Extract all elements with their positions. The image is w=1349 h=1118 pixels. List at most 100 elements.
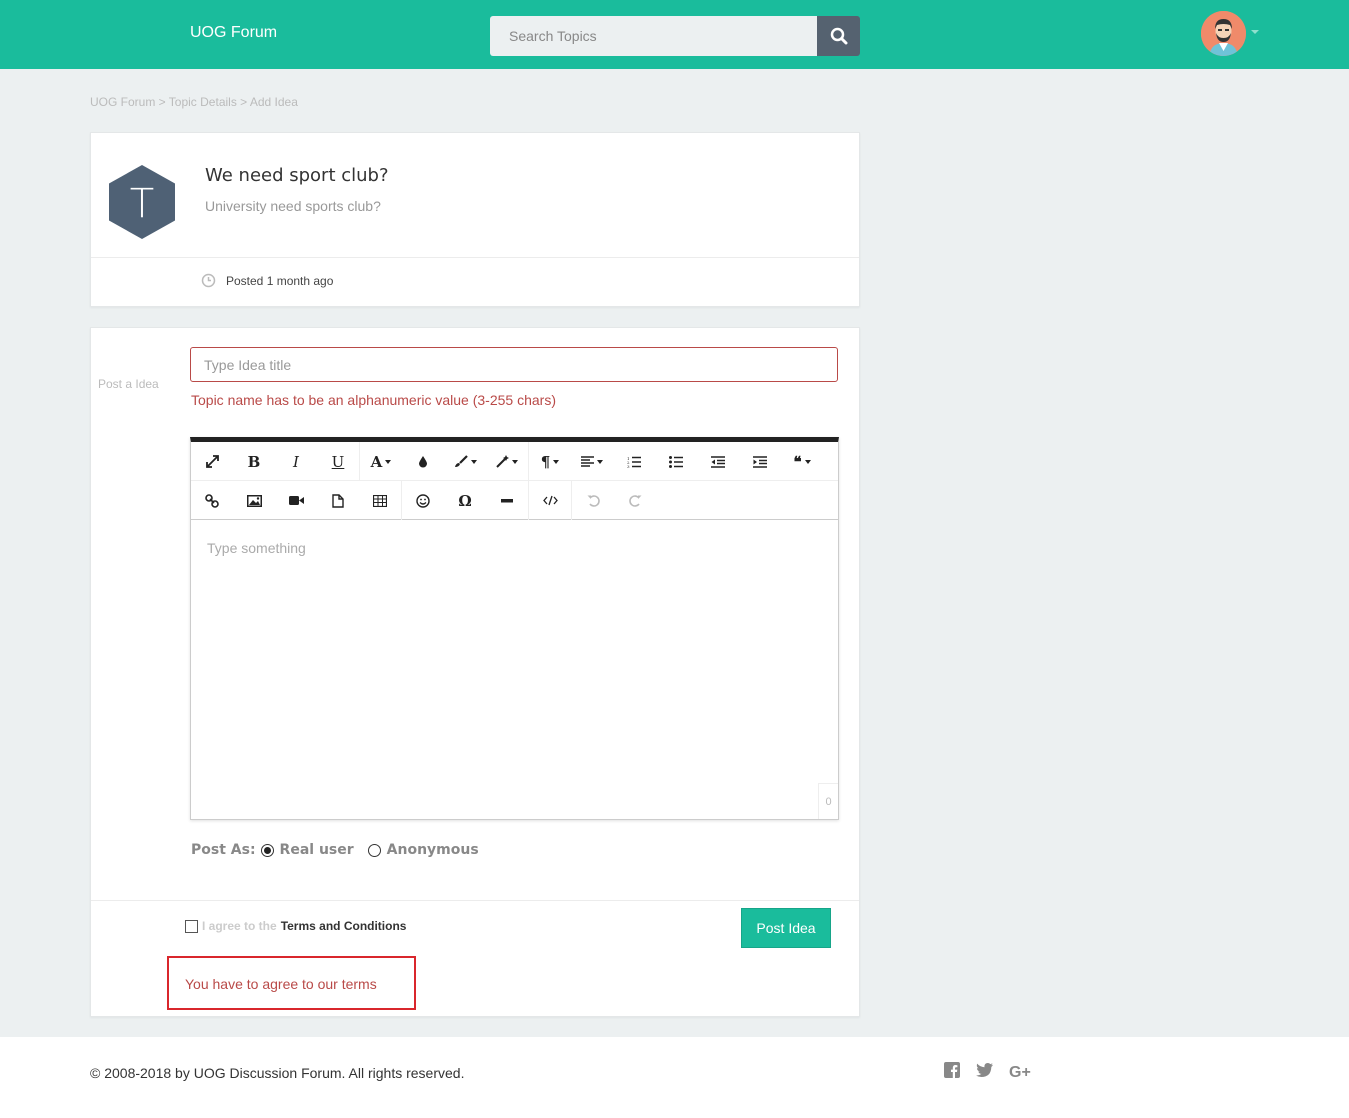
form-side-label: Post a Idea (98, 377, 159, 391)
ordered-list-icon: 123 (627, 456, 641, 468)
svg-text:3: 3 (627, 464, 630, 468)
font-size-dropdown[interactable]: A (360, 442, 402, 481)
twitter-icon (976, 1063, 993, 1077)
facebook-link[interactable] (944, 1062, 960, 1083)
insert-image-button[interactable] (233, 481, 275, 520)
add-idea-form: Post a Idea Topic name has to be an alph… (90, 327, 860, 1017)
underline-button[interactable]: U (317, 442, 359, 481)
insert-video-button[interactable] (275, 481, 317, 520)
ordered-list-button[interactable]: 123 (613, 442, 655, 481)
underline-icon: U (331, 452, 345, 471)
horizontal-line-icon (501, 498, 513, 502)
terms-error-message: You have to agree to our terms (167, 956, 416, 1010)
expand-icon (205, 455, 219, 468)
insert-file-button[interactable] (317, 481, 359, 520)
google-plus-link[interactable]: G+ (1009, 1064, 1031, 1082)
insert-link-button[interactable] (191, 481, 233, 520)
quote-icon: ❝ (793, 452, 802, 471)
page-footer: © 2008-2018 by UOG Discussion Forum. All… (0, 1037, 1349, 1118)
italic-icon: I (293, 452, 299, 471)
brand-logo[interactable]: UOG Forum (190, 24, 277, 42)
posted-meta: Posted 1 month ago (201, 273, 333, 288)
text-color-button[interactable] (402, 442, 444, 481)
agree-terms-checkbox[interactable] (185, 919, 198, 933)
idea-title-input[interactable] (190, 347, 838, 382)
outdent-button[interactable] (697, 442, 739, 481)
search-button[interactable] (817, 16, 860, 56)
facebook-icon (944, 1062, 960, 1078)
unordered-list-button[interactable] (655, 442, 697, 481)
divider (91, 900, 859, 901)
social-links: G+ (944, 1062, 1031, 1083)
posted-time: Posted 1 month ago (226, 273, 334, 288)
italic-button[interactable]: I (275, 442, 317, 481)
redo-button[interactable] (614, 481, 656, 520)
user-menu-caret-icon[interactable] (1251, 30, 1259, 34)
smiley-icon (416, 493, 430, 508)
editor-toolbar-row-1: B I U A ¶ 123 ❝ (191, 442, 838, 481)
quote-dropdown[interactable]: ❝ (781, 442, 823, 481)
align-dropdown[interactable] (571, 442, 613, 481)
unordered-list-icon (669, 455, 683, 468)
real-user-label[interactable]: Real user (280, 842, 354, 858)
clock-icon (201, 273, 216, 288)
style-dropdown[interactable] (486, 442, 528, 481)
terms-agreement: I agree to the Terms and Conditions (185, 919, 406, 933)
anonymous-label[interactable]: Anonymous (387, 842, 479, 858)
topic-avatar-letter: T (130, 181, 154, 227)
topic-title: We need sport club? (205, 165, 389, 186)
table-icon (373, 494, 387, 507)
twitter-link[interactable] (976, 1063, 993, 1082)
background-color-dropdown[interactable] (444, 442, 486, 481)
topic-subtitle: University need sports club? (205, 198, 381, 214)
post-idea-button[interactable]: Post Idea (740, 907, 832, 949)
rich-text-editor: B I U A ¶ 123 ❝ Ω Type something 0 (190, 437, 839, 820)
topic-card: T We need sport club? University need sp… (90, 132, 860, 307)
font-icon: A (370, 452, 383, 471)
file-icon (332, 493, 344, 508)
search-input[interactable] (490, 16, 818, 56)
anonymous-radio[interactable] (367, 843, 381, 857)
outdent-icon (711, 455, 725, 468)
video-camera-icon (288, 496, 304, 505)
image-icon (246, 494, 262, 507)
real-user-radio[interactable] (260, 843, 274, 857)
user-avatar-icon (1201, 11, 1246, 56)
agree-text: I agree to the (202, 919, 277, 933)
fullscreen-button[interactable] (191, 442, 233, 481)
paragraph-icon: ¶ (540, 452, 551, 471)
topic-hexagon-icon: T (109, 165, 175, 239)
search-bar (490, 16, 860, 56)
terms-link[interactable]: Terms and Conditions (281, 919, 407, 933)
insert-table-button[interactable] (359, 481, 401, 520)
undo-icon (587, 495, 600, 507)
bold-button[interactable]: B (233, 442, 275, 481)
copyright-text: © 2008-2018 by UOG Discussion Forum. All… (90, 1065, 465, 1081)
breadcrumb[interactable]: UOG Forum > Topic Details > Add Idea (90, 95, 298, 109)
title-error-message: Topic name has to be an alphanumeric val… (191, 392, 556, 408)
redo-icon (628, 495, 641, 507)
code-view-button[interactable] (529, 481, 571, 520)
post-as-label: Post As: (191, 842, 256, 858)
editor-toolbar-row-2: Ω (191, 481, 838, 520)
search-icon (830, 27, 847, 45)
post-as-group: Post As: Real user Anonymous (191, 842, 479, 858)
magic-wand-icon (496, 455, 509, 468)
insert-emoticon-button[interactable] (402, 481, 444, 520)
code-icon (542, 495, 558, 506)
user-avatar[interactable] (1201, 11, 1246, 56)
bold-icon: B (247, 452, 261, 471)
droplet-icon (419, 456, 427, 468)
paragraph-format-dropdown[interactable]: ¶ (529, 442, 571, 481)
indent-button[interactable] (739, 442, 781, 481)
brush-icon (454, 455, 468, 467)
editor-content-area[interactable]: Type something (191, 522, 838, 820)
undo-button[interactable] (572, 481, 614, 520)
horizontal-line-button[interactable] (486, 481, 528, 520)
special-character-button[interactable]: Ω (444, 481, 486, 520)
align-left-icon (581, 456, 594, 467)
omega-icon: Ω (458, 491, 472, 510)
divider (91, 257, 859, 258)
indent-icon (753, 455, 767, 468)
link-icon (205, 493, 219, 508)
